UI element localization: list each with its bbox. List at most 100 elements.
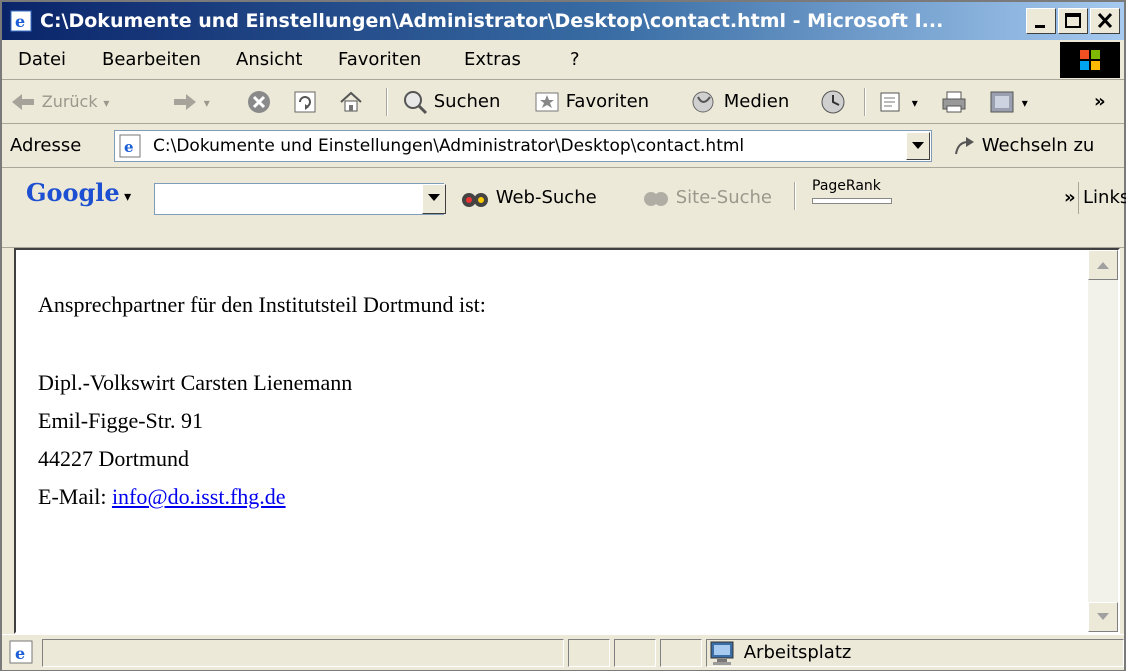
menu-edit[interactable]: Bearbeiten (102, 40, 201, 80)
site-search-button[interactable]: Site-Suche (642, 182, 772, 214)
stop-button[interactable] (246, 84, 272, 120)
media-button[interactable]: Medien (690, 84, 789, 120)
home-icon (340, 91, 362, 112)
media-label: Medien (723, 91, 790, 112)
computer-icon (710, 641, 734, 665)
ie-icon: e (10, 10, 32, 32)
contact-street: Emil-Figge-Str. 91 (38, 408, 203, 433)
media-icon (692, 91, 714, 113)
page-icon: e (118, 134, 144, 163)
mail-button[interactable]: ▾ (878, 84, 918, 120)
favorites-button[interactable]: Favoriten (534, 84, 649, 120)
email-label: E-Mail: (38, 484, 112, 509)
status-cell (660, 639, 702, 667)
menu-favorites[interactable]: Favoriten (338, 40, 421, 80)
email-link[interactable]: info@do.isst.fhg.de (112, 484, 286, 509)
browser-window: e C:\Dokumente und Einstellungen\Adminis… (0, 0, 1126, 671)
status-cell (568, 639, 610, 667)
google-dropdown-button[interactable] (422, 184, 446, 214)
site-search-icon (644, 192, 668, 206)
home-button[interactable] (338, 84, 364, 120)
chevron-down-icon (912, 142, 924, 149)
mail-icon (880, 92, 900, 112)
refresh-icon (294, 91, 316, 113)
edit-button[interactable]: ▾ (988, 84, 1028, 120)
contact-page: Ansprechpartner für den Institutsteil Do… (38, 286, 486, 516)
address-dropdown-button[interactable] (906, 132, 930, 160)
svg-text:e: e (15, 644, 25, 663)
chevron-down-icon (428, 194, 440, 201)
go-arrow-icon (955, 137, 974, 155)
status-bar: e Arbeitsplatz (2, 634, 1124, 670)
chevron-up-icon (1097, 262, 1109, 269)
contact-email-line: E-Mail: info@do.isst.fhg.de (38, 478, 486, 516)
web-search-label: Web-Suche (495, 187, 597, 208)
history-button[interactable] (818, 84, 848, 120)
toolbar-separator (864, 88, 866, 116)
contact-city: 44227 Dortmund (38, 446, 189, 471)
menu-view[interactable]: Ansicht (236, 40, 302, 80)
search-icon (404, 91, 428, 115)
favorites-star-icon (535, 92, 559, 112)
menu-extras[interactable]: Extras (464, 40, 521, 80)
address-label: Adresse (10, 135, 82, 156)
toolbar-chevron[interactable]: » (1094, 84, 1106, 120)
toolbar-separator (794, 182, 796, 210)
address-bar: Adresse e C:\Dokumente und Einstellungen… (2, 124, 1124, 168)
title-bar[interactable]: e C:\Dokumente und Einstellungen\Adminis… (2, 2, 1124, 40)
svg-text:e: e (15, 12, 25, 31)
google-toolbar-chevron[interactable]: » (1064, 182, 1076, 214)
pagerank-label: PageRank (812, 178, 881, 194)
page-status-icon: e (8, 639, 34, 670)
forward-button[interactable]: ▾ (172, 84, 210, 120)
window-title: C:\Dokumente und Einstellungen\Administr… (40, 10, 944, 32)
chevron-down-icon (1097, 613, 1109, 620)
contact-name: Dipl.-Volkswirt Carsten Lienemann (38, 370, 353, 395)
history-icon (821, 90, 845, 114)
address-input[interactable]: e C:\Dokumente und Einstellungen\Adminis… (114, 130, 932, 162)
binoculars-icon (462, 193, 488, 207)
status-zone: Arbeitsplatz (708, 639, 851, 667)
print-button[interactable] (940, 84, 968, 120)
edit-icon (990, 91, 1014, 113)
close-button[interactable] (1090, 8, 1120, 34)
toolbar-separator (386, 88, 388, 116)
back-arrow-icon (12, 94, 34, 110)
printer-icon (942, 91, 966, 113)
go-label: Wechseln zu (981, 135, 1095, 156)
search-button[interactable]: Suchen (402, 84, 500, 120)
search-label: Suchen (433, 91, 501, 112)
google-toolbar: Google ▾ Web-Suche Site-Suche PageRank »… (2, 168, 1126, 248)
pagerank-bar (812, 198, 892, 204)
minimize-button[interactable] (1026, 8, 1056, 34)
back-button[interactable]: Zurück ▾ (10, 84, 109, 120)
zone-label: Arbeitsplatz (743, 642, 852, 663)
google-logo[interactable]: Google ▾ (26, 178, 131, 207)
scroll-down-button[interactable] (1088, 602, 1118, 632)
vertical-scrollbar[interactable] (1088, 250, 1118, 632)
links-button[interactable]: Links (1078, 182, 1126, 214)
refresh-button[interactable] (292, 84, 318, 120)
page-content: Ansprechpartner für den Institutsteil Do… (14, 248, 1120, 634)
forward-arrow-icon (174, 94, 196, 110)
scroll-up-button[interactable] (1088, 250, 1118, 280)
menu-help[interactable]: ? (570, 40, 580, 80)
intro-text: Ansprechpartner für den Institutsteil Do… (38, 292, 486, 317)
status-text-cell (42, 639, 564, 667)
favorites-label: Favoriten (565, 91, 650, 112)
address-value: C:\Dokumente und Einstellungen\Administr… (153, 136, 745, 156)
google-search-input[interactable] (154, 183, 444, 215)
menu-bar: Datei Bearbeiten Ansicht Favoriten Extra… (2, 40, 1124, 80)
svg-text:e: e (124, 138, 134, 156)
stop-icon (248, 91, 270, 113)
back-label: Zurück (41, 92, 98, 111)
google-logo-text: Google (26, 178, 120, 207)
go-button[interactable]: Wechseln zu (952, 124, 1094, 168)
maximize-button[interactable] (1058, 8, 1088, 34)
menu-file[interactable]: Datei (18, 40, 66, 80)
site-search-label: Site-Suche (675, 187, 773, 208)
standard-toolbar: Zurück ▾ ▾ Suchen Favoriten Medien ▾ ▾ » (2, 80, 1124, 124)
status-cell (614, 639, 656, 667)
web-search-button[interactable]: Web-Suche (460, 182, 597, 214)
windows-logo-icon (1060, 42, 1120, 78)
